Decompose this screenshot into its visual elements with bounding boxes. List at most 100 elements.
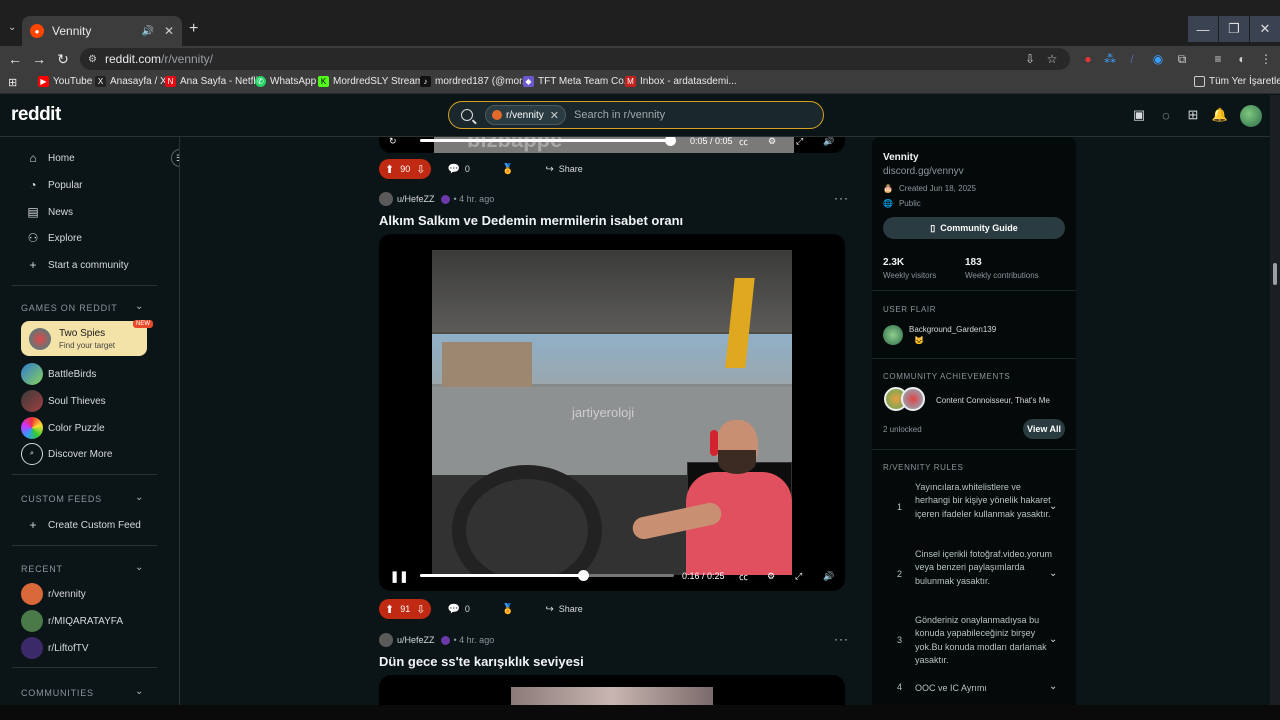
restore-button[interactable]: ❐ [1219, 16, 1249, 42]
apps-grid-icon[interactable]: ⊞ [8, 76, 17, 89]
create-post-icon[interactable]: ⊞ [1185, 107, 1201, 123]
share-button[interactable]: ↪ Share [537, 599, 590, 619]
post-options-icon[interactable]: ··· [834, 191, 849, 205]
browser-menu-icon[interactable]: ⋮ [1258, 51, 1274, 67]
post-title[interactable]: Alkım Salkım ve Dedemin mermilerin isabe… [379, 213, 683, 228]
rule-item[interactable]: 2 Cinsel içerikli fotoğraf.video.yorum v… [872, 548, 1076, 602]
volume-icon[interactable]: 🔊 [823, 137, 834, 147]
chevron-down-icon[interactable]: ⌄ [135, 492, 143, 503]
recent-r-vennity[interactable]: r/vennity [21, 583, 86, 605]
volume-icon[interactable]: 🔊 [823, 571, 834, 582]
fullscreen-icon[interactable]: ⤢ [796, 137, 803, 147]
bookmark-netflix[interactable]: N Ana Sayfa - Netflix [165, 76, 263, 87]
user-avatar[interactable] [379, 633, 393, 647]
chat-icon[interactable]: ◌ [1158, 107, 1174, 123]
bookmark-tiktok[interactable]: ♪ mordred187 (@mor... [420, 76, 530, 87]
rule-item[interactable]: 3 Gönderiniz onaylanmadıysa bu konuda ya… [872, 614, 1076, 668]
back-button[interactable]: ← [6, 50, 24, 68]
upvote-icon[interactable]: ⬆ [385, 603, 394, 616]
notifications-bell-icon[interactable]: 🔔 [1212, 107, 1228, 123]
post-video[interactable]: jartiyeroloji ❚❚ 0:16 / 0:25 ㏄ ⚙ ⤢ 🔊 [379, 234, 845, 591]
post-author[interactable]: u/HefeZZ [397, 635, 435, 645]
chip-close-icon[interactable]: ✕ [550, 109, 559, 122]
search-input[interactable] [574, 109, 775, 121]
reload-button[interactable]: ↻ [54, 50, 72, 68]
community-link[interactable]: discord.gg/vennyv [883, 166, 964, 177]
scrollbar-thumb[interactable] [1273, 263, 1277, 285]
chevron-down-icon[interactable]: ⌄ [135, 562, 143, 573]
sidebar-item-popular[interactable]: ◔ Popular [26, 178, 82, 192]
user-avatar[interactable] [1240, 105, 1262, 127]
bookmark-x[interactable]: X Anasayfa / X [95, 76, 167, 87]
bookmark-youtube[interactable]: ▶ YouTube [38, 76, 92, 87]
community-guide-button[interactable]: ▯ Community Guide [883, 217, 1065, 239]
chevron-down-icon[interactable]: ⌄ [135, 301, 143, 312]
extension-red-icon[interactable]: ● [1080, 51, 1096, 67]
recent-r-liftoftv[interactable]: r/LiftofTV [21, 637, 89, 659]
achievement-badge-2[interactable] [901, 387, 925, 411]
all-bookmarks[interactable]: Tüm Yer İşaretleri [1194, 76, 1280, 87]
sidebar-item-start-community[interactable]: + Start a community [26, 258, 128, 272]
chevron-down-icon[interactable]: ⌄ [1049, 501, 1057, 512]
bookmark-whatsapp[interactable]: ✆ WhatsApp [255, 76, 316, 87]
site-info-icon[interactable]: ⚙ [88, 54, 97, 65]
downvote-icon[interactable]: ⇩ [416, 603, 425, 616]
rule-item[interactable]: 4 OOC ve IC Ayrımı ⌄ [872, 681, 1076, 698]
pause-icon[interactable]: ❚❚ [390, 570, 408, 583]
community-search-chip[interactable]: r/vennity ✕ [485, 105, 567, 125]
user-avatar[interactable] [379, 192, 393, 206]
tab-list-chevron-icon[interactable]: ⌄ [8, 22, 16, 33]
reddit-logo[interactable]: reddit [11, 104, 61, 126]
bookmark-star-icon[interactable]: ☆ [1044, 51, 1060, 67]
address-bar[interactable]: ⚙ reddit.com /r/vennity/ [80, 48, 1070, 70]
forward-button[interactable]: → [30, 50, 48, 68]
upvote-icon[interactable]: ⬆ [385, 163, 394, 176]
sidebar-collapse-icon[interactable]: ☰ [171, 149, 179, 167]
sidebar-item-news[interactable]: ▤ News [26, 205, 73, 219]
tab-close-icon[interactable]: ✕ [164, 24, 174, 38]
settings-gear-icon[interactable]: ⚙ [768, 137, 776, 147]
extension-circle-icon[interactable]: ◉ [1150, 51, 1166, 67]
previous-seek-bar[interactable] [420, 137, 676, 146]
sidebar-discover-more[interactable]: ⌕ Discover More [21, 443, 112, 465]
post-options-icon[interactable]: ··· [834, 632, 849, 646]
fullscreen-icon[interactable]: ⤢ [795, 571, 802, 582]
sidebar-item-home[interactable]: ⌂ Home [26, 151, 74, 165]
award-button[interactable]: 🏅 [494, 599, 527, 619]
speaker-icon[interactable]: 🔊 [141, 26, 153, 37]
browser-tab[interactable]: ● Vennity 🔊 ✕ [22, 16, 182, 46]
extensions-puzzle-icon[interactable]: ⧉ [1174, 51, 1190, 67]
new-tab-button[interactable]: + [189, 20, 198, 38]
captions-icon[interactable]: ㏄ [739, 570, 748, 583]
recent-r-miqaratayfa[interactable]: r/MIQARATAYFA [21, 610, 123, 632]
bookmark-tft[interactable]: ◆ TFT Meta Team Co... [523, 76, 632, 87]
post-title[interactable]: Dün gece ss'te karışıklık seviyesi [379, 654, 584, 669]
window-close-button[interactable]: ✕ [1250, 16, 1280, 42]
chevron-down-icon[interactable]: ⌄ [1049, 568, 1057, 579]
previous-post-video[interactable]: bizbappe ↻ 0:05 / 0:05 ㏄ ⚙ ⤢ 🔊 [379, 137, 845, 153]
extension-dash-icon[interactable]: / [1124, 51, 1140, 67]
view-all-button[interactable]: View All [1023, 419, 1065, 439]
chevron-down-icon[interactable]: ⌄ [135, 686, 143, 697]
minimize-button[interactable]: — [1188, 16, 1218, 42]
seek-knob[interactable] [577, 570, 589, 581]
featured-game-two-spies[interactable]: Two Spies Find your target [21, 321, 147, 356]
sidebar-game-color-puzzle[interactable]: Color Puzzle [21, 417, 105, 439]
extension-blue-icon[interactable]: ⁂ [1102, 51, 1118, 67]
sidebar-game-soul-thieves[interactable]: Soul Thieves [21, 390, 106, 412]
bookmark-kick[interactable]: K MordredSLY Stream... [318, 76, 432, 87]
bookmark-gmail[interactable]: M Inbox - ardatasdemi... [625, 76, 737, 87]
downvote-icon[interactable]: ⇩ [416, 163, 425, 176]
comments-button[interactable]: 💬 0 [439, 599, 477, 619]
video-seek-bar[interactable] [420, 570, 674, 581]
captions-icon[interactable]: ㏄ [739, 137, 748, 148]
page-scrollbar[interactable] [1270, 95, 1280, 705]
share-button[interactable]: ↪ Share [537, 159, 590, 179]
seek-knob[interactable] [665, 137, 676, 146]
post-author[interactable]: u/HefeZZ [397, 194, 435, 204]
replay-icon[interactable]: ↻ [389, 137, 397, 147]
settings-gear-icon[interactable]: ⚙ [767, 571, 775, 582]
chevron-down-icon[interactable]: ⌄ [1049, 681, 1057, 692]
advertise-icon[interactable]: ▣ [1131, 107, 1147, 123]
rule-item[interactable]: 1 Yayıncılara.whitelistlere ve herhangi … [872, 481, 1076, 535]
